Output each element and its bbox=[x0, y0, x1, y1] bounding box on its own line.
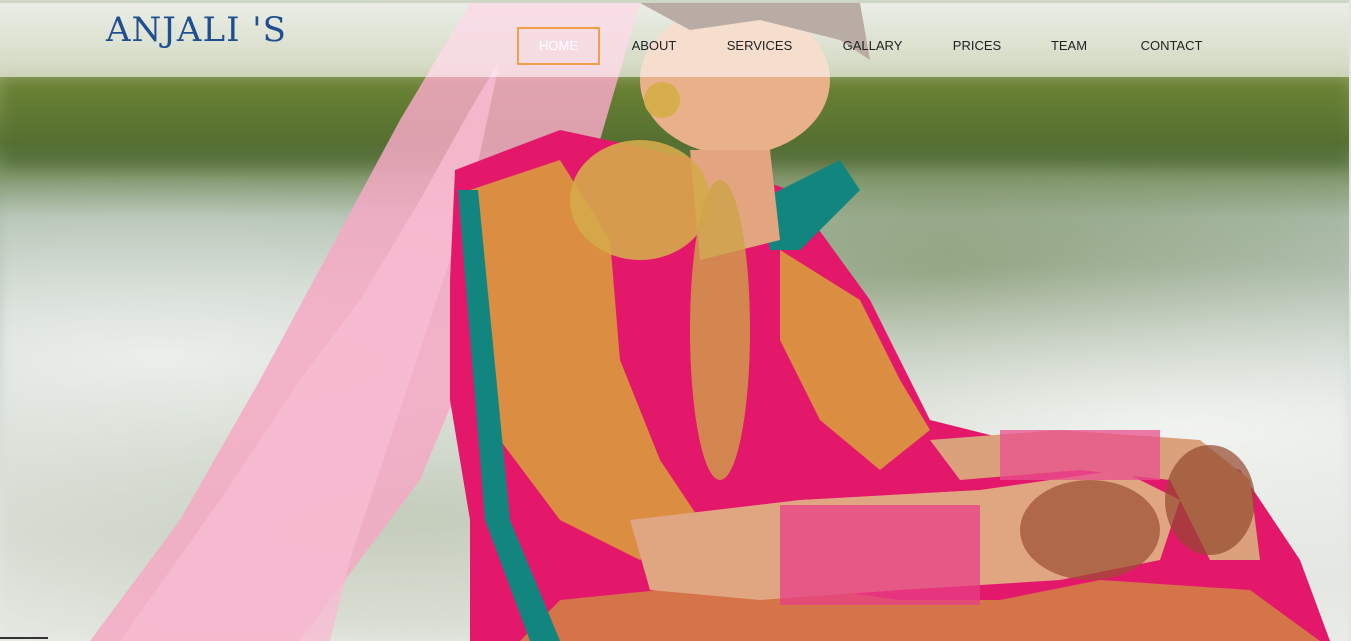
page: ANJALI 'S HOME ABOUT SERVICES GALLARY PR… bbox=[0, 0, 1351, 641]
nav-item-team[interactable]: TEAM bbox=[1039, 27, 1099, 65]
nav-item-contact[interactable]: CONTACT bbox=[1129, 27, 1214, 65]
bride-illustration bbox=[90, 3, 1330, 641]
nav-item-gallary[interactable]: GALLARY bbox=[830, 27, 915, 65]
nav-item-home[interactable]: HOME bbox=[517, 27, 600, 65]
site-logo[interactable]: ANJALI 'S bbox=[106, 9, 287, 51]
hero-image bbox=[0, 0, 1351, 641]
bottom-divider bbox=[0, 637, 48, 639]
nav-item-about[interactable]: ABOUT bbox=[614, 27, 694, 65]
nav-item-services[interactable]: SERVICES bbox=[717, 27, 802, 65]
nav-item-prices[interactable]: PRICES bbox=[942, 27, 1012, 65]
header-bar: ANJALI 'S HOME ABOUT SERVICES GALLARY PR… bbox=[0, 3, 1351, 77]
